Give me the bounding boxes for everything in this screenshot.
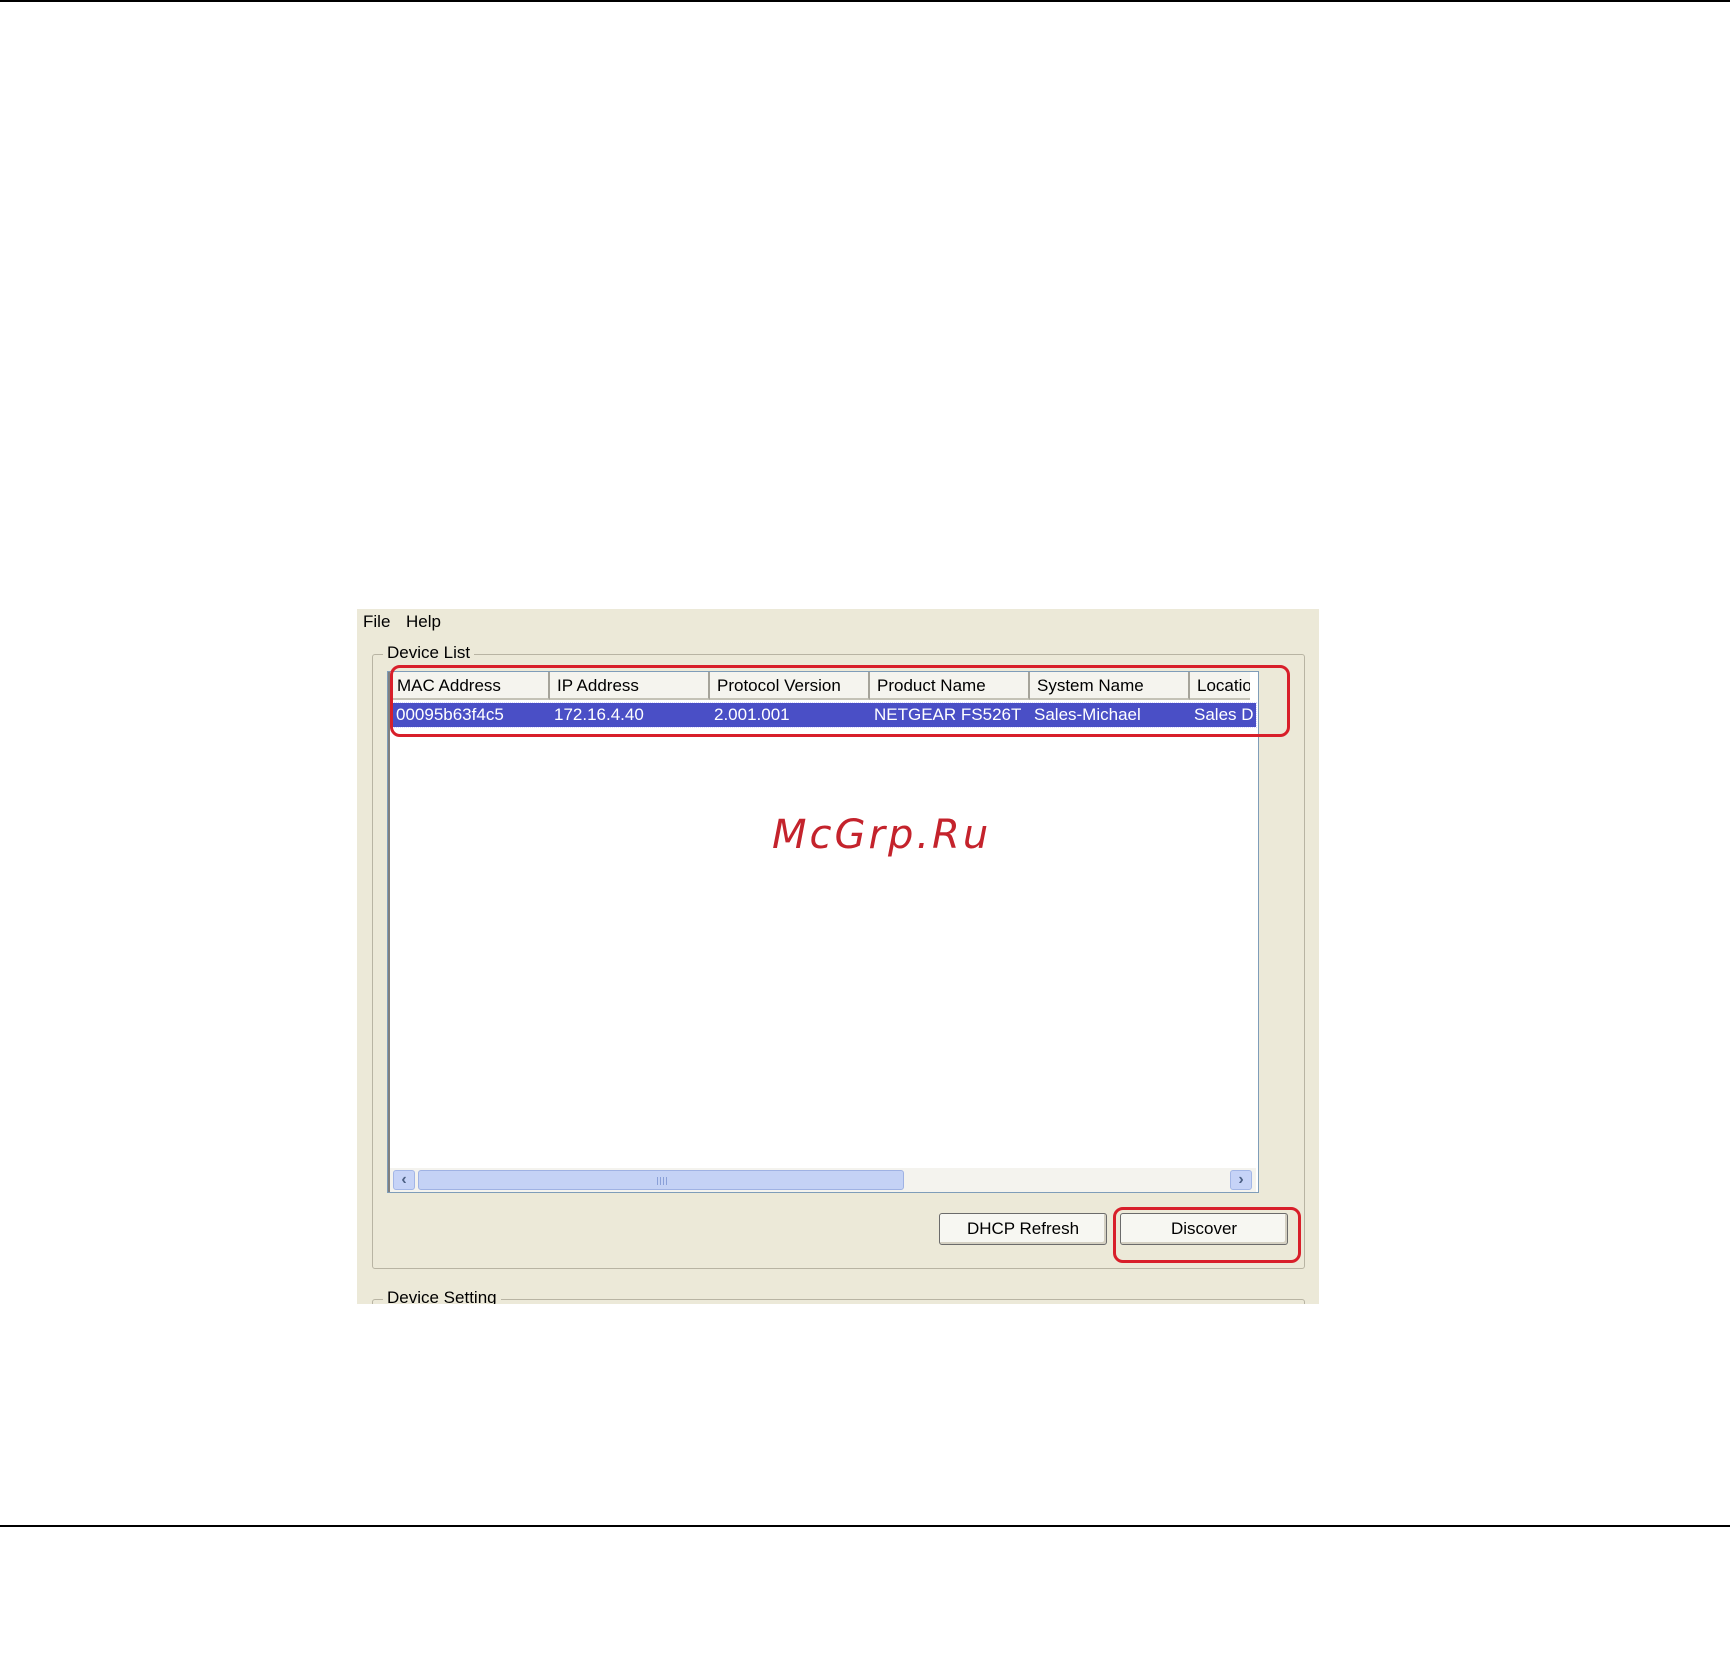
column-header-protocol[interactable]: Protocol Version (710, 672, 870, 700)
scroll-grip-icon (657, 1177, 667, 1185)
scroll-thumb[interactable] (418, 1170, 904, 1190)
cell-protocol: 2.001.001 (714, 705, 790, 724)
column-header-system[interactable]: System Name (1030, 672, 1190, 700)
column-header-product[interactable]: Product Name (870, 672, 1030, 700)
menu-help[interactable]: Help (406, 612, 441, 632)
table-inner-border (388, 672, 390, 1192)
table-row[interactable]: 00095b63f4c5 172.16.4.40 2.001.001 NETGE… (391, 702, 1257, 728)
column-header-ip[interactable]: IP Address (550, 672, 710, 700)
device-setting-group: Device Setting (372, 1288, 1305, 1304)
horizontal-scrollbar[interactable]: ‹ › (390, 1168, 1256, 1192)
bottom-rule (0, 1525, 1730, 1527)
cell-system: Sales-Michael (1034, 705, 1141, 724)
app-window: File Help Device List MAC Address IP Add… (357, 609, 1319, 1304)
watermark: McGrp.Ru (772, 812, 992, 858)
scroll-left-icon[interactable]: ‹ (393, 1170, 415, 1190)
top-rule (0, 0, 1730, 2)
menu-bar: File Help (357, 609, 1319, 635)
scroll-right-icon[interactable]: › (1230, 1170, 1252, 1190)
device-setting-title: Device Setting (383, 1288, 501, 1304)
cell-mac: 00095b63f4c5 (396, 705, 504, 724)
menu-file[interactable]: File (363, 612, 390, 632)
device-list-table[interactable]: MAC Address IP Address Protocol Version … (387, 671, 1259, 1193)
discover-button[interactable]: Discover (1120, 1213, 1288, 1245)
table-header: MAC Address IP Address Protocol Version … (390, 672, 1258, 700)
column-header-mac[interactable]: MAC Address (390, 672, 550, 700)
column-header-location[interactable]: Locatio (1190, 672, 1250, 700)
device-list-title: Device List (383, 643, 475, 663)
cell-location: Sales D (1194, 705, 1254, 724)
cell-product: NETGEAR FS526T (874, 705, 1022, 724)
dhcp-refresh-button[interactable]: DHCP Refresh (939, 1213, 1107, 1245)
cell-ip: 172.16.4.40 (554, 705, 644, 724)
